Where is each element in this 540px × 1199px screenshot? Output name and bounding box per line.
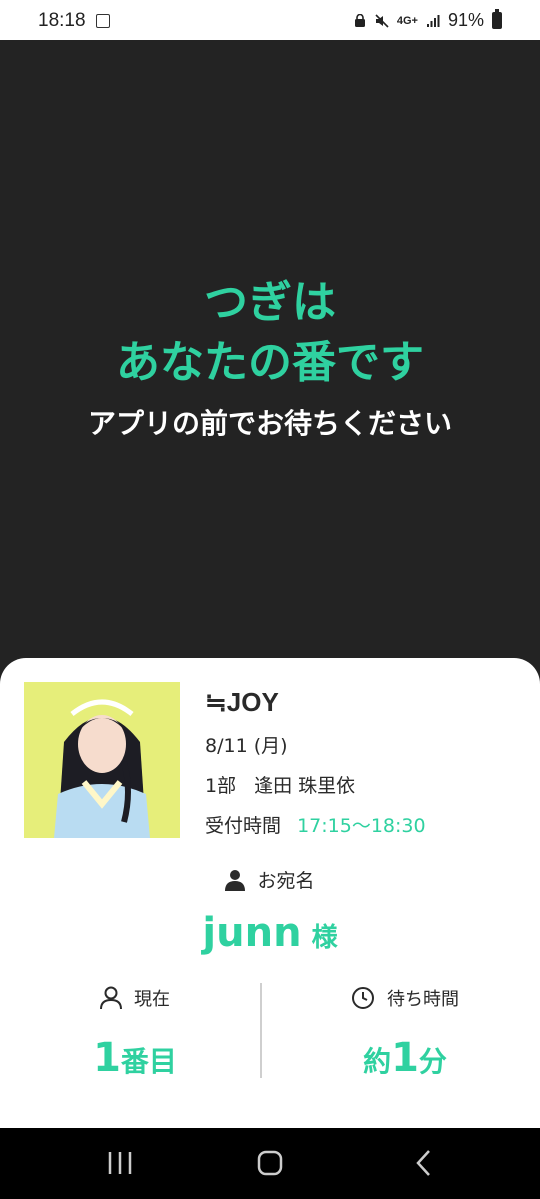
home-icon[interactable] bbox=[256, 1148, 284, 1178]
session-member-row: 1部 逢田 珠里依 bbox=[205, 772, 426, 800]
reception-time: 17:15〜18:30 bbox=[297, 815, 426, 837]
queue-stats: 現在 1番目 待ち時間 約1分 bbox=[0, 983, 540, 1083]
wait-label: 待ち時間 bbox=[387, 989, 459, 1010]
person-icon bbox=[225, 869, 246, 891]
status-bar: 18:18 4G+ 91% bbox=[0, 0, 540, 40]
signal-icon bbox=[426, 14, 440, 27]
current-position: 現在 1番目 bbox=[0, 983, 270, 1081]
session-label: 1部 bbox=[205, 775, 237, 797]
system-navigation-bar bbox=[0, 1128, 540, 1199]
battery-percent: 91% bbox=[447, 10, 484, 30]
member-name: 逢田 珠里依 bbox=[254, 775, 356, 797]
current-unit: 番目 bbox=[120, 1045, 177, 1078]
back-icon[interactable] bbox=[410, 1148, 438, 1178]
qr-icon bbox=[96, 14, 110, 28]
recipient-name: junn bbox=[202, 910, 302, 956]
banner-subtitle: アプリの前でお待ちください bbox=[87, 407, 452, 440]
network-type: 4G+ bbox=[396, 14, 418, 27]
wait-prefix: 約 bbox=[363, 1045, 392, 1078]
recipient-name-row: junn 様 bbox=[0, 910, 540, 956]
lock-icon bbox=[354, 13, 365, 27]
banner-title-line1: つぎは bbox=[204, 277, 336, 328]
ticket-card: ≒JOY 8/11 (月) 1部 逢田 珠里依 受付時間 17:15〜18:30… bbox=[0, 658, 540, 1128]
stats-divider bbox=[260, 983, 262, 1078]
reception-label: 受付時間 bbox=[205, 815, 282, 837]
honorific: 様 bbox=[311, 923, 338, 953]
banner-title-line2: あなたの番です bbox=[116, 337, 424, 388]
status-indicators: 4G+ 91% bbox=[353, 9, 502, 31]
group-logo: ≒JOY bbox=[205, 686, 279, 717]
status-time: 18:18 bbox=[38, 10, 86, 31]
current-label: 現在 bbox=[134, 989, 170, 1010]
member-photo bbox=[24, 682, 180, 838]
wait-time: 待ち時間 約1分 bbox=[270, 983, 540, 1081]
ticket-info: ≒JOY 8/11 (月) 1部 逢田 珠里依 受付時間 17:15〜18:30 bbox=[205, 684, 426, 840]
current-value: 1 bbox=[93, 1035, 121, 1081]
battery-icon bbox=[492, 9, 502, 29]
clock-icon bbox=[352, 987, 374, 1009]
mute-icon bbox=[375, 13, 389, 28]
address-label-row: お宛名 bbox=[0, 866, 540, 893]
reception-row: 受付時間 17:15〜18:30 bbox=[205, 812, 426, 840]
wait-unit: 分 bbox=[418, 1045, 447, 1078]
next-turn-banner: つぎは あなたの番です アプリの前でお待ちください bbox=[0, 40, 540, 680]
person-outline-icon bbox=[100, 986, 122, 1010]
address-label: お宛名 bbox=[257, 870, 315, 892]
wait-value: 1 bbox=[391, 1035, 419, 1081]
event-date: 8/11 (月) bbox=[205, 735, 288, 757]
recent-apps-icon[interactable] bbox=[106, 1148, 134, 1178]
